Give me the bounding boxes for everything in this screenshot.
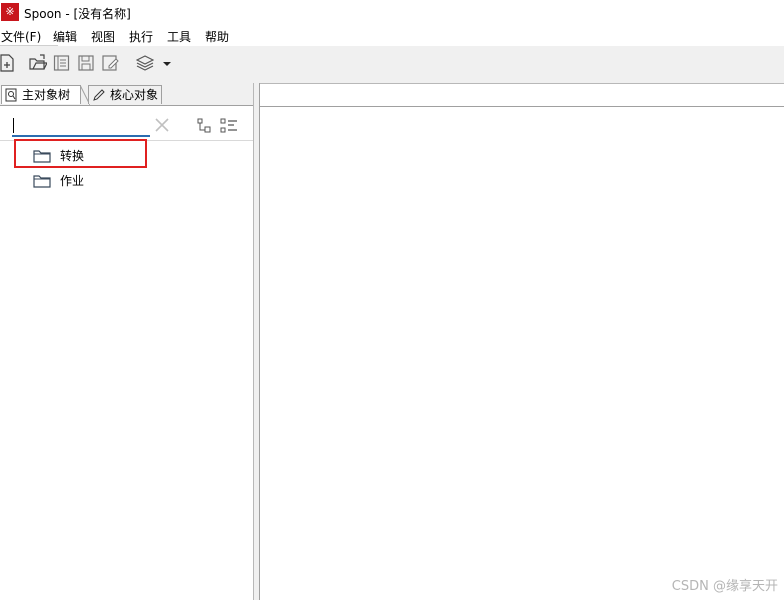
save-icon[interactable] bbox=[77, 54, 95, 72]
title-bar: ※ Spoon - [没有名称] bbox=[0, 0, 784, 26]
tab-main-object-tree[interactable]: 主对象树 bbox=[1, 85, 81, 104]
menu-divider bbox=[0, 45, 58, 46]
highlight-annotation-box bbox=[14, 139, 147, 168]
window-title: Spoon - [没有名称] bbox=[24, 7, 131, 21]
menu-view[interactable]: 视图 bbox=[91, 28, 115, 45]
left-tabstrip: 主对象树 核心对象 bbox=[0, 83, 253, 106]
menu-edit[interactable]: 编辑 bbox=[53, 28, 77, 45]
explore-repository-icon[interactable] bbox=[53, 54, 71, 72]
folder-icon bbox=[33, 175, 51, 188]
save-as-icon[interactable] bbox=[101, 54, 119, 72]
panel-splitter[interactable] bbox=[254, 83, 258, 600]
tree-node-label: 作业 bbox=[60, 174, 85, 188]
open-folder-icon[interactable] bbox=[29, 54, 47, 72]
collapse-tree-icon[interactable] bbox=[197, 118, 213, 134]
perspective-layers-icon[interactable] bbox=[136, 54, 154, 72]
new-file-icon[interactable] bbox=[0, 54, 18, 72]
workspace-tabstrip bbox=[260, 83, 784, 107]
menu-help[interactable]: 帮助 bbox=[205, 28, 229, 45]
menu-run[interactable]: 执行 bbox=[129, 28, 153, 45]
tree-search-input[interactable] bbox=[12, 115, 150, 137]
menu-tools[interactable]: 工具 bbox=[167, 28, 191, 45]
clear-search-icon[interactable] bbox=[154, 117, 170, 133]
tab-label: 主对象树 bbox=[22, 88, 71, 102]
text-caret bbox=[13, 118, 14, 133]
menu-file[interactable]: 文件(F) bbox=[1, 28, 41, 45]
tab-label: 核心对象 bbox=[110, 88, 159, 102]
menu-bar: 文件(F) 编辑 视图 执行 工具 帮助 bbox=[0, 26, 784, 46]
tab-core-objects[interactable]: 核心对象 bbox=[88, 85, 162, 104]
spoon-app-icon: ※ bbox=[1, 3, 19, 21]
pencil-icon bbox=[93, 89, 105, 101]
watermark: CSDN @缘享天开 bbox=[671, 579, 778, 594]
toolbar bbox=[0, 47, 784, 81]
left-panel: 主对象树 核心对象 转换 作业 bbox=[0, 83, 254, 600]
workspace-panel bbox=[259, 83, 784, 600]
search-doc-icon bbox=[5, 88, 17, 102]
dropdown-arrow-icon[interactable] bbox=[161, 54, 173, 72]
expand-tree-icon[interactable] bbox=[220, 118, 238, 134]
tree-search-row bbox=[0, 106, 253, 141]
